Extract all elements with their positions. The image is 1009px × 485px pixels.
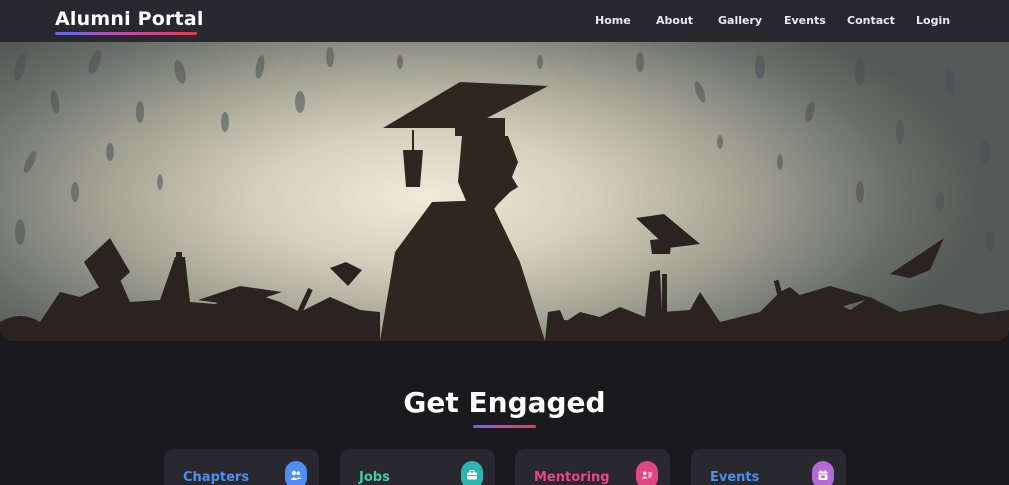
navbar: Alumni Portal Home About Gallery Events … [0, 0, 1009, 42]
nav-events[interactable]: Events [784, 14, 826, 27]
nav-home[interactable]: Home [595, 14, 631, 27]
graduation-silhouette-image [0, 47, 1009, 341]
brand-underline [55, 32, 197, 35]
hero-banner [0, 42, 1009, 341]
card-label-mentoring: Mentoring [534, 470, 610, 485]
card-jobs[interactable]: Jobs [340, 449, 495, 485]
card-label-chapters: Chapters [183, 470, 250, 485]
card-mentoring[interactable]: Mentoring [515, 449, 670, 485]
briefcase-icon [461, 461, 483, 485]
id-card-icon [636, 461, 658, 485]
brand-logo-text[interactable]: Alumni Portal [55, 8, 204, 30]
section-title-underline [473, 425, 536, 428]
calendar-icon [812, 461, 834, 485]
graduate-silhouette [380, 82, 548, 341]
nav-login[interactable]: Login [916, 14, 950, 27]
nav-gallery[interactable]: Gallery [718, 14, 762, 27]
card-label-events: Events [710, 470, 760, 485]
nav-about[interactable]: About [656, 14, 693, 27]
users-icon [285, 461, 307, 485]
card-chapters[interactable]: Chapters [164, 449, 319, 485]
card-label-jobs: Jobs [359, 470, 390, 485]
nav-contact[interactable]: Contact [847, 14, 895, 27]
section-title: Get Engaged [403, 386, 606, 419]
card-events[interactable]: Events [691, 449, 846, 485]
